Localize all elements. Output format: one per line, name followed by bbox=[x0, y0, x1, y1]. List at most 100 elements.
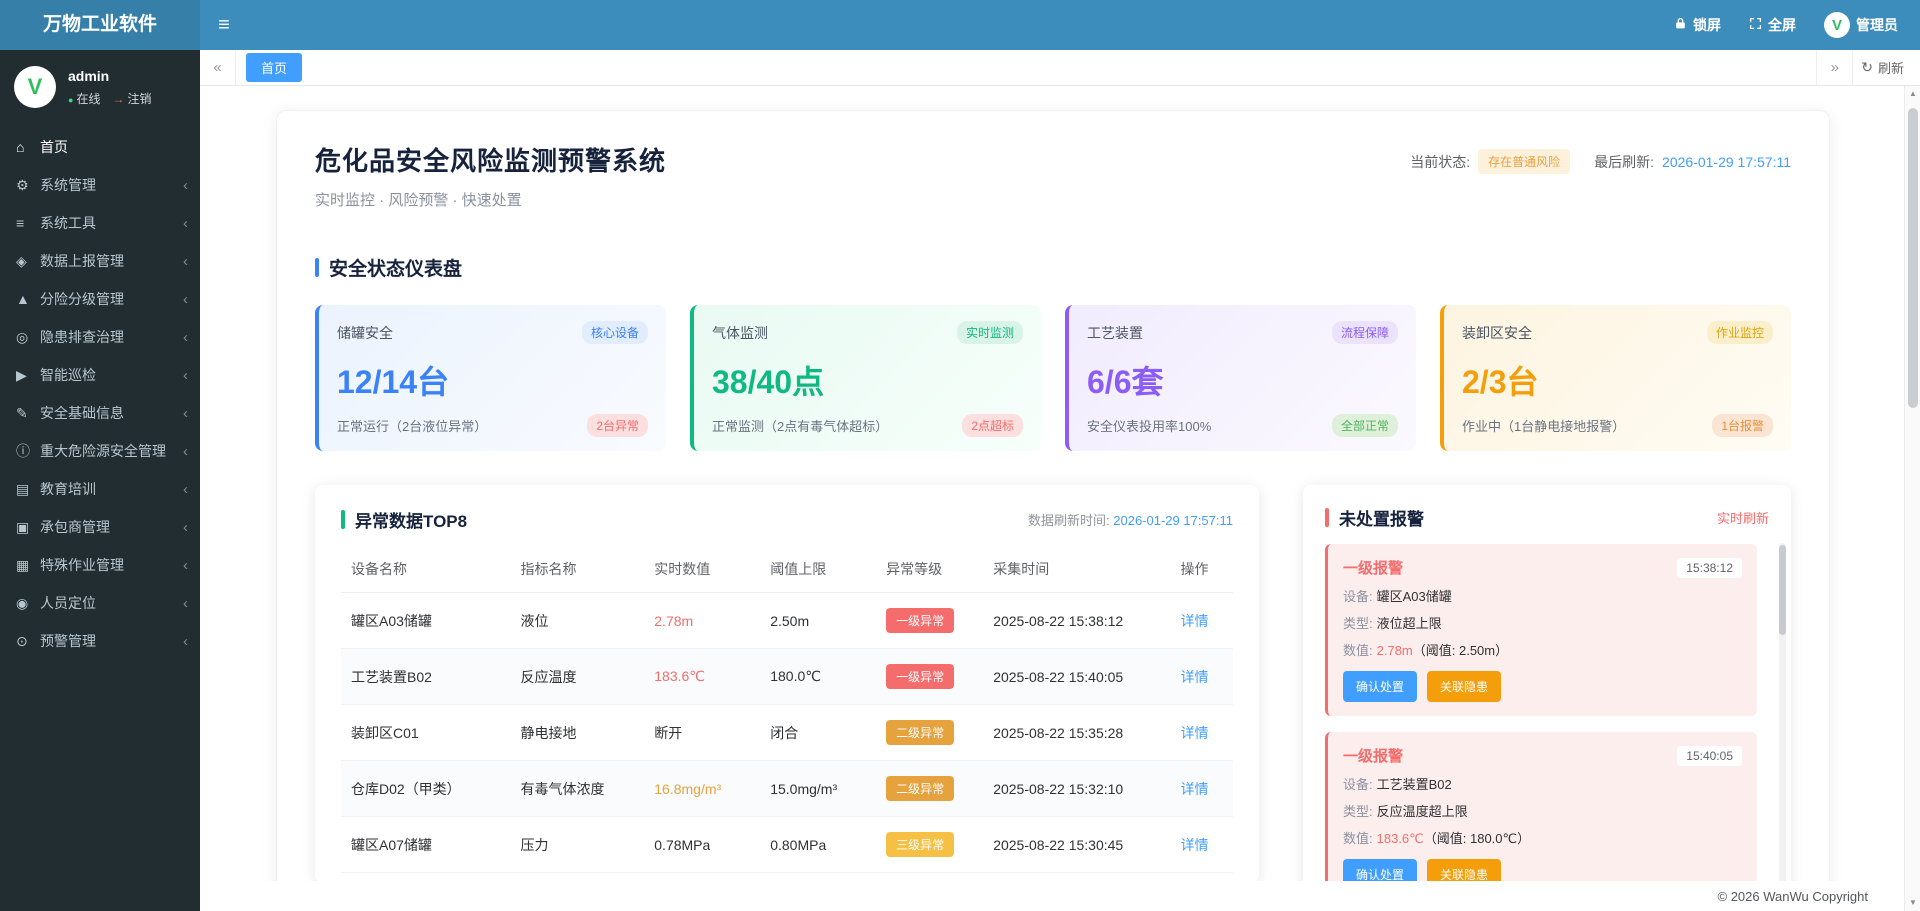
confirm-handle-button[interactable]: 确认处置 bbox=[1343, 671, 1417, 702]
data-refresh-time: 2026-01-29 17:57:11 bbox=[1113, 513, 1233, 528]
sidebar-item-home[interactable]: ⌂ 首页 bbox=[0, 128, 200, 166]
cell-device: 罐区A07储罐 bbox=[341, 817, 510, 873]
level-badge: 一级异常 bbox=[886, 608, 954, 633]
level-badge: 三级异常 bbox=[886, 832, 954, 857]
sidebar-item-label: 首页 bbox=[40, 137, 188, 157]
alarm-scrollbar-thumb[interactable] bbox=[1779, 545, 1786, 635]
sidebar-item-label: 预警管理 bbox=[40, 631, 183, 651]
alarm-value: 183.6℃ bbox=[1377, 831, 1424, 846]
status-cards-row: 储罐安全 核心设备 12/14台 正常运行（2台液位异常） 2台异常 气体监测 … bbox=[315, 305, 1791, 451]
user-menu[interactable]: V 管理员 bbox=[1824, 12, 1898, 38]
cell-threshold: 180.0℃ bbox=[760, 649, 876, 705]
chevron-left-icon: ‹ bbox=[183, 329, 188, 346]
section-title-dashboard: 安全状态仪表盘 bbox=[329, 254, 462, 281]
sidebar-item-hazard-inspection[interactable]: ◎ 隐患排查治理 ‹ bbox=[0, 318, 200, 356]
special-work-icon: ▦ bbox=[16, 557, 40, 574]
user-name: admin bbox=[68, 68, 151, 84]
alarm-time-chip: 15:38:12 bbox=[1677, 558, 1742, 578]
tab-bar: « 首页 » ↻ 刷新 bbox=[200, 50, 1920, 86]
card-title: 装卸区安全 bbox=[1462, 323, 1532, 343]
cell-time: 2025-08-22 15:40:05 bbox=[983, 649, 1170, 705]
sidebar-item-label: 教育培训 bbox=[40, 479, 183, 499]
link-hazard-button[interactable]: 关联隐患 bbox=[1427, 671, 1501, 702]
cell-device: 工艺装置B02 bbox=[341, 649, 510, 705]
col-indicator-name: 指标名称 bbox=[510, 546, 644, 593]
user-role-label: 管理员 bbox=[1856, 15, 1898, 35]
online-label: 在线 bbox=[76, 92, 100, 106]
alarm-level-title: 一级报警 bbox=[1343, 557, 1403, 578]
chevron-left-icon: ‹ bbox=[183, 481, 188, 498]
card-badge: 1台报警 bbox=[1712, 414, 1773, 437]
lock-screen-button[interactable]: 锁屏 bbox=[1674, 15, 1721, 35]
sidebar-item-risk-grading[interactable]: ▲ 分险分级管理 ‹ bbox=[0, 280, 200, 318]
sidebar-item-data-report[interactable]: ◈ 数据上报管理 ‹ bbox=[0, 242, 200, 280]
col-collect-time: 采集时间 bbox=[983, 546, 1170, 593]
sidebar-item-special-work[interactable]: ▦ 特殊作业管理 ‹ bbox=[0, 546, 200, 584]
copyright-text: © 2026 WanWu Copyright bbox=[1718, 889, 1868, 904]
card-value: 38/40点 bbox=[712, 357, 1023, 403]
cell-value: 183.6℃ bbox=[644, 649, 760, 705]
abnormal-panel-title: 异常数据TOP8 bbox=[355, 507, 467, 532]
page-title: 危化品安全风险监测预警系统 bbox=[315, 141, 666, 178]
cell-threshold: 15.0mg/m³ bbox=[760, 761, 876, 817]
vertical-scrollbar[interactable]: ▲ ▼ bbox=[1904, 86, 1920, 911]
sidebar-item-system-management[interactable]: ⚙ 系统管理 ‹ bbox=[0, 166, 200, 204]
alarm-panel-scrollbar[interactable] bbox=[1779, 543, 1786, 911]
alarm-level-title: 一级报警 bbox=[1343, 745, 1403, 766]
lock-icon bbox=[1674, 17, 1687, 33]
sidebar-item-personnel-location[interactable]: ◉ 人员定位 ‹ bbox=[0, 584, 200, 622]
detail-link[interactable]: 详情 bbox=[1181, 613, 1209, 629]
table-row: 工艺装置B02 反应温度 183.6℃ 180.0℃ 一级异常 2025-08-… bbox=[341, 649, 1233, 705]
scrollbar-thumb[interactable] bbox=[1908, 108, 1918, 408]
refresh-button[interactable]: ↻ 刷新 bbox=[1852, 50, 1920, 85]
abnormal-data-panel: 异常数据TOP8 数据刷新时间: 2026-01-29 17:57:11 设备名… bbox=[315, 485, 1259, 883]
cell-time: 2025-08-22 15:35:28 bbox=[983, 705, 1170, 761]
sidebar-item-safety-info[interactable]: ✎ 安全基础信息 ‹ bbox=[0, 394, 200, 432]
sidebar-user-panel: V admin ●在线 →注销 bbox=[0, 50, 200, 120]
cell-value: 16.8mg/m³ bbox=[644, 761, 760, 817]
card-badge: 全部正常 bbox=[1332, 414, 1398, 437]
sidebar-item-label: 分险分级管理 bbox=[40, 289, 183, 309]
chevron-left-icon: ‹ bbox=[183, 291, 188, 308]
tabs-scroll-left-icon[interactable]: « bbox=[200, 50, 236, 85]
tab-home[interactable]: 首页 bbox=[246, 53, 302, 82]
cell-value: 2.78m bbox=[644, 593, 760, 649]
detail-link[interactable]: 详情 bbox=[1181, 725, 1209, 741]
detail-link[interactable]: 详情 bbox=[1181, 837, 1209, 853]
last-refresh-label: 最后刷新: bbox=[1594, 152, 1654, 172]
logout-link[interactable]: →注销 bbox=[112, 90, 151, 107]
chevron-left-icon: ‹ bbox=[183, 557, 188, 574]
scroll-up-icon[interactable]: ▲ bbox=[1905, 86, 1920, 102]
scroll-down-icon[interactable]: ▼ bbox=[1905, 895, 1920, 911]
detail-link[interactable]: 详情 bbox=[1181, 781, 1209, 797]
cell-indicator: 静电接地 bbox=[510, 705, 644, 761]
alarm-type-value: 反应温度超上限 bbox=[1377, 804, 1468, 819]
sidebar-item-label: 智能巡检 bbox=[40, 365, 183, 385]
alarm-type-value: 液位超上限 bbox=[1377, 616, 1442, 631]
data-report-icon: ◈ bbox=[16, 253, 40, 270]
sidebar-item-contractor[interactable]: ▣ 承包商管理 ‹ bbox=[0, 508, 200, 546]
detail-link[interactable]: 详情 bbox=[1181, 669, 1209, 685]
sidebar-item-early-warning[interactable]: ⊙ 预警管理 ‹ bbox=[0, 622, 200, 660]
sidebar-item-training[interactable]: ▤ 教育培训 ‹ bbox=[0, 470, 200, 508]
card-value: 6/6套 bbox=[1087, 357, 1398, 403]
tabs-scroll-right-icon[interactable]: » bbox=[1816, 50, 1852, 85]
alarms-panel: 未处置报警 实时刷新 一级报警 15:38:12 设备:罐区A03储罐 类型:液… bbox=[1303, 485, 1791, 911]
sidebar-item-major-hazard[interactable]: ⓘ 重大危险源安全管理 ‹ bbox=[0, 432, 200, 470]
logout-icon: → bbox=[112, 92, 124, 106]
fullscreen-button[interactable]: 全屏 bbox=[1749, 15, 1796, 35]
online-dot-icon: ● bbox=[68, 95, 73, 105]
sidebar-item-smart-patrol[interactable]: ▶ 智能巡检 ‹ bbox=[0, 356, 200, 394]
alarm-threshold-value: （阈值: 2.50m） bbox=[1413, 643, 1508, 658]
training-icon: ▤ bbox=[16, 481, 40, 498]
sidebar-item-system-tools[interactable]: ≡ 系统工具 ‹ bbox=[0, 204, 200, 242]
cell-device: 仓库D02（甲类） bbox=[341, 761, 510, 817]
gear-icon: ⚙ bbox=[16, 177, 40, 194]
alarm-type-label: 类型: bbox=[1343, 804, 1373, 819]
menu-toggle-icon[interactable]: ≡ bbox=[200, 0, 248, 50]
cell-threshold: 闭合 bbox=[760, 705, 876, 761]
table-header-row: 设备名称 指标名称 实时数值 阈值上限 异常等级 采集时间 操作 bbox=[341, 546, 1233, 593]
sidebar-item-label: 特殊作业管理 bbox=[40, 555, 183, 575]
footer: © 2026 WanWu Copyright bbox=[200, 881, 1904, 911]
smart-patrol-icon: ▶ bbox=[16, 367, 40, 384]
